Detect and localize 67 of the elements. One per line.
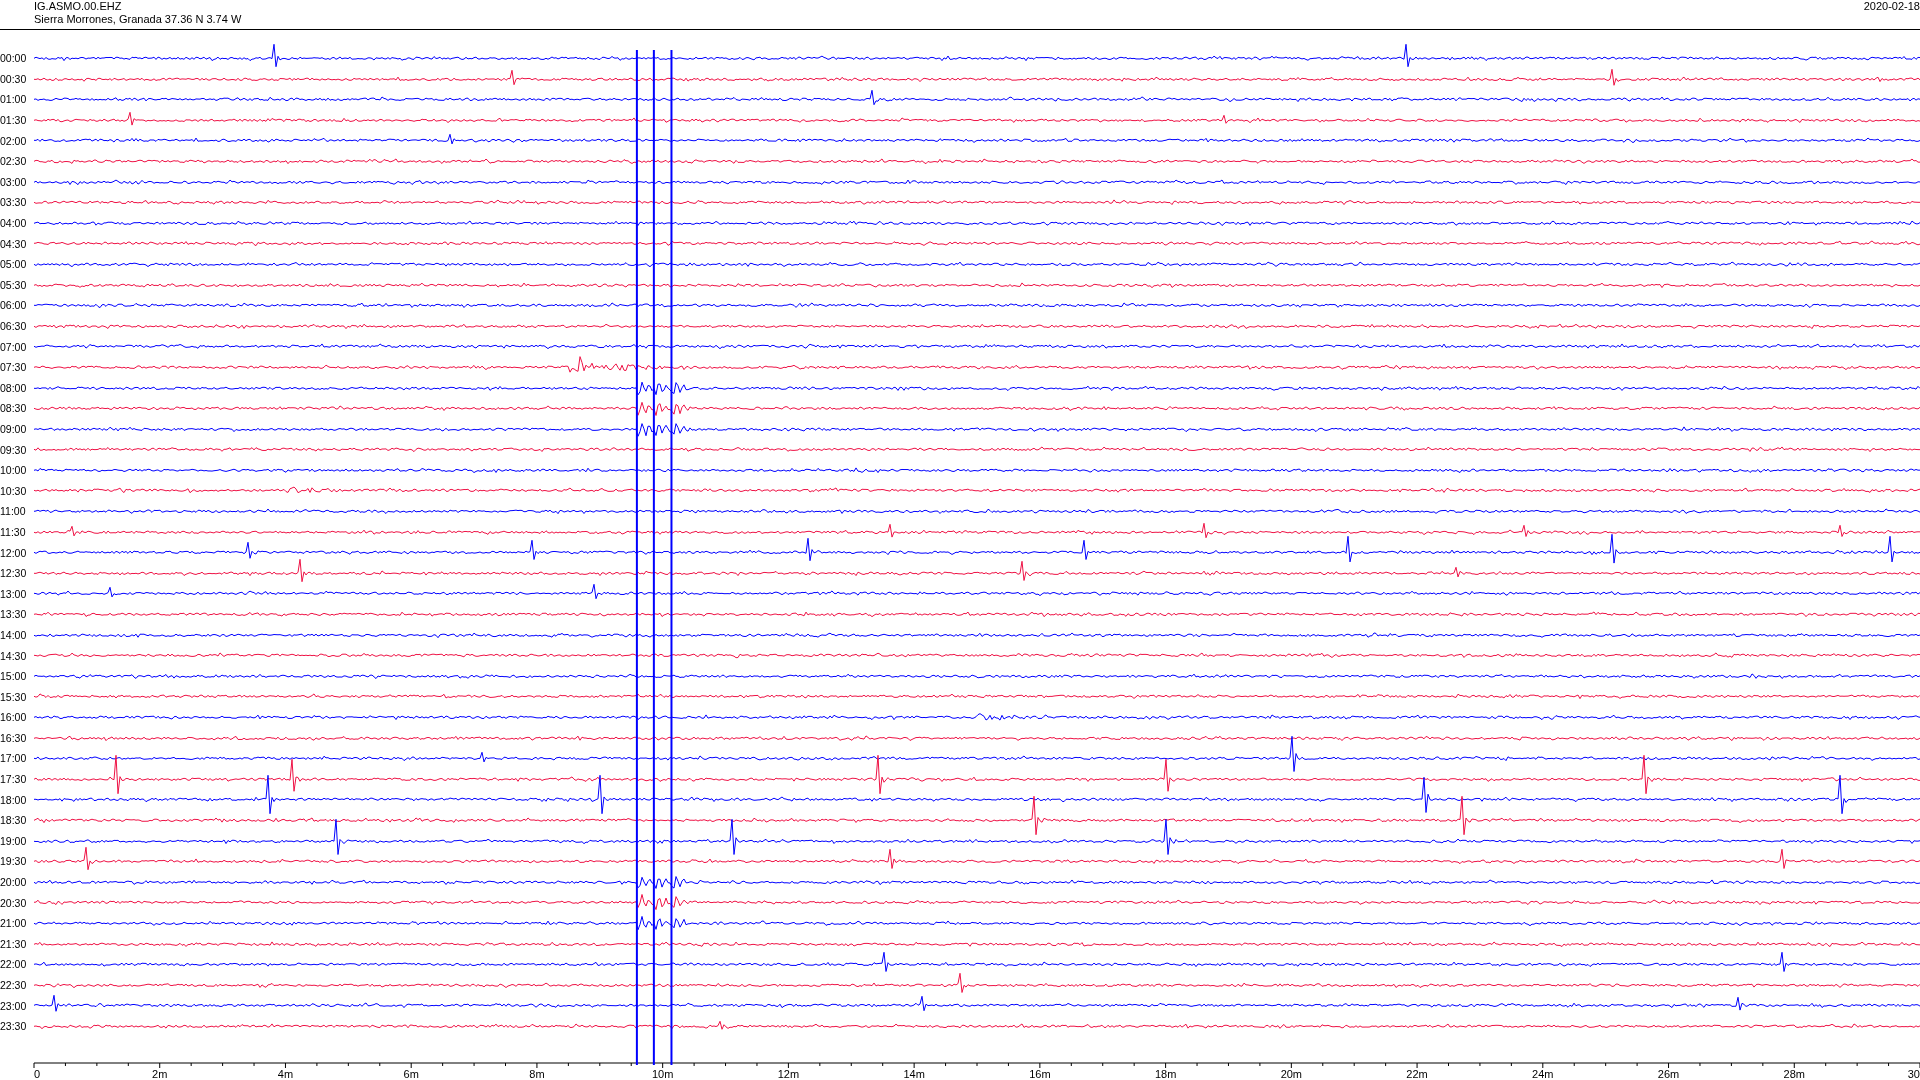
time-label: 12:30 (0, 567, 28, 580)
station-location: Sierra Morrones, Granada 37.36 N 3.74 W (34, 13, 242, 26)
time-label: 14:00 (0, 628, 28, 641)
tick-label: 8m (529, 1067, 545, 1080)
time-label: 04:00 (0, 217, 28, 230)
time-label: 22:00 (0, 958, 28, 971)
tick-label: 30 (1907, 1067, 1920, 1080)
tick-label: 26m (1657, 1067, 1680, 1080)
time-label: 05:00 (0, 258, 28, 271)
time-label: 23:30 (0, 1020, 28, 1033)
time-label: 01:00 (0, 93, 28, 106)
time-label: 07:00 (0, 340, 28, 353)
time-label: 14:30 (0, 649, 28, 662)
time-label: 19:00 (0, 834, 28, 847)
time-label: 10:00 (0, 464, 28, 477)
time-label: 06:00 (0, 299, 28, 312)
time-label: 10:30 (0, 484, 28, 497)
time-label: 23:00 (0, 999, 28, 1012)
time-label: 08:00 (0, 381, 28, 394)
time-label: 00:00 (0, 52, 28, 65)
time-label: 17:00 (0, 752, 28, 765)
time-label: 09:00 (0, 423, 28, 435)
time-label: 02:00 (0, 134, 28, 147)
tick-label: 12m (777, 1067, 800, 1080)
time-label: 09:30 (0, 443, 28, 456)
time-label: 00:30 (0, 72, 28, 85)
time-label: 16:00 (0, 711, 28, 724)
time-label: 21:30 (0, 937, 28, 950)
time-label: 15:30 (0, 690, 28, 703)
time-label: 05:30 (0, 278, 28, 291)
tick-label: 16m (1029, 1067, 1051, 1080)
time-label: 20:00 (0, 876, 28, 889)
time-label: 22:30 (0, 979, 28, 991)
time-label: 03:00 (0, 175, 28, 188)
tick-label: 18m (1154, 1067, 1177, 1080)
tick-label: 20m (1280, 1067, 1303, 1080)
tick-label: 10m (651, 1067, 674, 1080)
time-label: 20:30 (0, 896, 28, 909)
tick-label: 6m (403, 1067, 419, 1080)
tick-label: 4m (277, 1067, 294, 1080)
time-label: 13:30 (0, 608, 28, 621)
time-label: 02:30 (0, 155, 28, 168)
time-label: 18:00 (0, 793, 28, 806)
time-label: 08:30 (0, 402, 28, 415)
time-label: 03:30 (0, 196, 28, 209)
time-label: 16:30 (0, 731, 28, 744)
time-label: 04:30 (0, 237, 28, 250)
time-label: 12:00 (0, 546, 28, 559)
time-label: 21:00 (0, 917, 28, 930)
tick-label: 22m (1406, 1067, 1428, 1080)
time-label: 15:00 (0, 670, 28, 683)
time-label: 18:30 (0, 814, 28, 827)
plot-date: 2020-02-18 (1863, 0, 1920, 14)
time-label: 06:30 (0, 320, 28, 332)
time-label: 17:30 (0, 773, 28, 786)
station-code: IG.ASMO.00.EHZ (34, 0, 123, 13)
tick-label: 28m (1783, 1067, 1805, 1080)
time-label: 11:30 (0, 525, 27, 538)
time-label: 07:30 (0, 361, 28, 374)
time-label: 11:00 (0, 505, 27, 518)
tick-label: 24m (1532, 1067, 1554, 1080)
time-label: 13:00 (0, 587, 28, 600)
time-label: 19:30 (0, 855, 28, 868)
time-label: 01:30 (0, 114, 28, 127)
tick-label: 0 (34, 1067, 41, 1080)
tick-label: 14m (903, 1067, 925, 1080)
tick-label: 2m (152, 1067, 168, 1080)
